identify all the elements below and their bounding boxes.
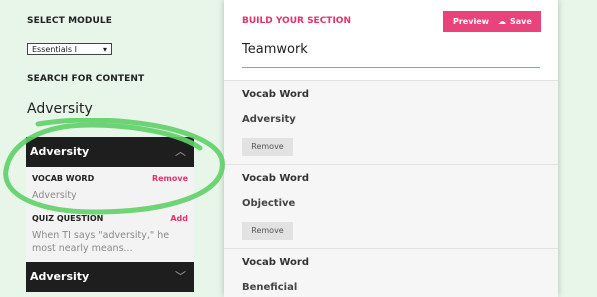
module-select[interactable]: Essentials I ▾: [27, 43, 112, 55]
search-input[interactable]: Adversity: [27, 101, 93, 117]
chevron-up-icon: ︿: [175, 145, 186, 158]
preview-button[interactable]: Preview: [453, 17, 489, 26]
result-item-heading: VOCAB WORD: [32, 174, 95, 183]
result-group-header[interactable]: Adversity ﹀: [26, 262, 194, 292]
section-card: Vocab Word Adversity Remove: [224, 80, 558, 165]
section-name-input[interactable]: Teamwork: [242, 42, 308, 57]
result-item-heading: QUIZ QUESTION: [32, 214, 104, 223]
section-builder: BUILD YOUR SECTION Preview ☁ Save Teamwo…: [224, 0, 558, 297]
remove-button[interactable]: Remove: [242, 138, 293, 156]
chevron-down-icon: ﹀: [175, 270, 186, 283]
card-type: Vocab Word: [242, 257, 310, 268]
content-sidebar: SELECT MODULE Essentials I ▾ SEARCH FOR …: [0, 0, 205, 296]
result-group-header[interactable]: Adversity ︿: [26, 137, 194, 167]
result-group-title: Adversity: [30, 145, 90, 158]
card-word: Beneficial: [242, 282, 298, 293]
section-card: Vocab Word Objective Remove: [224, 164, 558, 249]
save-button[interactable]: Save: [510, 17, 532, 26]
module-select-value: Essentials I: [32, 45, 77, 54]
build-section-title: BUILD YOUR SECTION: [242, 16, 351, 26]
card-type: Vocab Word: [242, 173, 310, 184]
result-item-text: When TI says "adversity," he most nearly…: [32, 230, 170, 254]
card-type: Vocab Word: [242, 89, 310, 100]
search-content-label: SEARCH FOR CONTENT: [27, 74, 145, 84]
result-item-text: Adversity: [32, 190, 77, 201]
cloud-icon: ☁: [498, 17, 506, 26]
result-group-panel: VOCAB WORD Remove Adversity QUIZ QUESTIO…: [26, 167, 194, 262]
select-module-label: SELECT MODULE: [27, 16, 112, 26]
card-word: Objective: [242, 198, 296, 209]
add-link[interactable]: Add: [170, 214, 188, 223]
remove-link[interactable]: Remove: [152, 174, 188, 183]
section-card: Vocab Word Beneficial: [224, 248, 558, 297]
action-buttons: Preview ☁ Save: [443, 11, 541, 32]
chevron-down-icon: ▾: [102, 45, 107, 54]
remove-button[interactable]: Remove: [242, 222, 293, 240]
card-word: Adversity: [242, 114, 296, 125]
result-group-title: Adversity: [30, 270, 90, 283]
section-name-underline: [242, 67, 540, 68]
